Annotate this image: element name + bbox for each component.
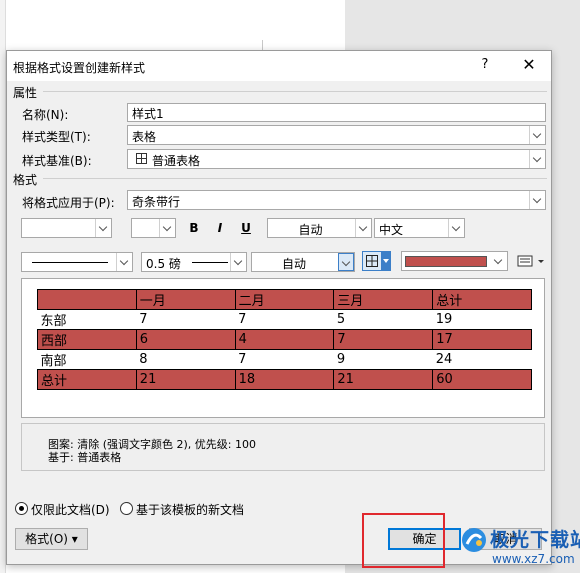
- table-row: 总计 21 18 21 60: [37, 369, 532, 390]
- table-cell: 24: [432, 349, 532, 370]
- watermark: 极光下载站 www.xz7.com: [456, 524, 580, 573]
- aurora-logo-icon: [462, 528, 486, 552]
- table-cell: 东部: [37, 309, 137, 330]
- table-cell: 7: [235, 309, 334, 330]
- border-color-value: 自动: [281, 257, 306, 271]
- table-cell: 西部: [37, 329, 137, 350]
- border-color-select[interactable]: 自动: [251, 252, 355, 272]
- table-cell: 21: [333, 369, 434, 390]
- close-button[interactable]: ✕: [517, 55, 541, 77]
- watermark-text: 极光下载站: [490, 529, 580, 551]
- underline-button[interactable]: U: [235, 218, 257, 238]
- table-cell: [37, 289, 137, 310]
- border-width-line: [192, 262, 228, 263]
- apply-to-label: 将格式应用于(P):: [22, 196, 115, 210]
- table-cell: 总计: [37, 369, 137, 390]
- table-cell: 60: [432, 369, 532, 390]
- table-cell: 8: [136, 349, 236, 370]
- table-cell: 7: [136, 309, 236, 330]
- table-cell: 21: [135, 369, 236, 390]
- table-cell: 7: [333, 329, 434, 350]
- font-color-value: 自动: [298, 223, 323, 237]
- borders-button[interactable]: [362, 251, 382, 271]
- shading-color-select[interactable]: [401, 251, 508, 271]
- description-line-2: 基于: 普通表格: [48, 451, 122, 464]
- table-row: 东部 7 7 5 19: [37, 309, 532, 330]
- style-base-label: 样式基准(B):: [22, 154, 92, 168]
- table-cell: 5: [333, 309, 433, 330]
- script-select[interactable]: 中文: [374, 218, 465, 238]
- table-cell: 7: [235, 349, 334, 370]
- ok-button-highlight: [362, 513, 445, 568]
- shading-swatch: [405, 256, 487, 267]
- chevron-down-icon: [529, 150, 545, 168]
- table-cell: 一月: [135, 289, 236, 310]
- table-preview: 一月 二月 三月 总计 东部 7 7 5 19 西部 6 4 7 17 南部 8…: [21, 278, 545, 418]
- table-cell: 9: [333, 349, 433, 370]
- table-cell: 18: [234, 369, 335, 390]
- chevron-down-icon: [338, 253, 354, 271]
- chevron-down-icon: [529, 191, 545, 209]
- new-docs-template-label[interactable]: 基于该模板的新文档: [136, 501, 244, 518]
- chevron-down-icon: [116, 253, 132, 271]
- create-style-dialog: 根据格式设置创建新样式 ? ✕ 属性 名称(N): 样式1 样式类型(T): 表…: [6, 50, 552, 565]
- apply-to-select[interactable]: 奇条带行: [127, 190, 546, 210]
- properties-section-label: 属性: [13, 86, 38, 100]
- table-row: 西部 6 4 7 17: [37, 329, 532, 350]
- table-icon: [136, 153, 147, 164]
- table-cell: 17: [432, 329, 532, 350]
- watermark-url: www.xz7.com: [492, 552, 575, 566]
- format-divider: [43, 178, 547, 179]
- table-cell: 二月: [234, 289, 335, 310]
- table-cell: 南部: [37, 349, 137, 370]
- style-type-select[interactable]: 表格: [127, 125, 546, 145]
- table-row: 南部 8 7 9 24: [37, 349, 532, 370]
- format-button[interactable]: 格式(O) ▾: [15, 528, 88, 550]
- table-row: 一月 二月 三月 总计: [37, 289, 532, 310]
- border-line-preview: [32, 262, 108, 263]
- chevron-down-icon: [529, 126, 545, 144]
- border-width-value: 0.5 磅: [146, 257, 181, 271]
- border-width-select[interactable]: 0.5 磅: [141, 252, 247, 272]
- chevron-down-icon: [491, 252, 507, 270]
- grid-icon: [366, 255, 378, 267]
- font-size-select[interactable]: [131, 218, 176, 238]
- table-properties-icon: [517, 255, 544, 267]
- borders-dropdown[interactable]: [381, 251, 391, 271]
- chevron-down-icon: [159, 219, 175, 237]
- table-cell: 4: [234, 329, 335, 350]
- name-input[interactable]: 样式1: [127, 103, 546, 122]
- this-document-only-label[interactable]: 仅限此文档(D): [31, 501, 110, 518]
- this-document-only-radio[interactable]: [15, 502, 28, 515]
- new-docs-template-radio[interactable]: [120, 502, 133, 515]
- table-properties-button[interactable]: [514, 251, 548, 271]
- help-button[interactable]: ?: [475, 57, 495, 75]
- italic-button[interactable]: I: [209, 218, 231, 238]
- table-cell: 6: [135, 329, 236, 350]
- border-style-select[interactable]: [21, 252, 133, 272]
- dialog-titlebar: 根据格式设置创建新样式 ? ✕: [7, 51, 551, 81]
- chevron-down-icon: [230, 253, 246, 271]
- preview-table: 一月 二月 三月 总计 东部 7 7 5 19 西部 6 4 7 17 南部 8…: [37, 289, 532, 390]
- font-name-select[interactable]: [21, 218, 112, 238]
- style-base-value: 普通表格: [152, 154, 201, 168]
- table-cell: 19: [432, 309, 532, 330]
- dialog-title: 根据格式设置创建新样式: [13, 61, 146, 75]
- chevron-down-icon: [448, 219, 464, 237]
- format-section-label: 格式: [13, 173, 38, 187]
- style-base-select[interactable]: 普通表格: [127, 149, 546, 169]
- font-color-select[interactable]: 自动: [267, 218, 372, 238]
- table-cell: 三月: [333, 289, 434, 310]
- bold-button[interactable]: B: [183, 218, 205, 238]
- apply-to-value: 奇条带行: [132, 195, 181, 209]
- chevron-down-icon: [95, 219, 111, 237]
- style-type-value: 表格: [132, 130, 157, 144]
- name-label: 名称(N):: [22, 108, 69, 122]
- table-cell: 总计: [432, 289, 532, 310]
- properties-divider: [43, 91, 547, 92]
- style-type-label: 样式类型(T):: [22, 130, 91, 144]
- script-value: 中文: [379, 223, 404, 237]
- style-description: 图案: 清除 (强调文字颜色 2), 优先级: 100 基于: 普通表格: [21, 423, 545, 471]
- chevron-down-icon: [355, 219, 371, 237]
